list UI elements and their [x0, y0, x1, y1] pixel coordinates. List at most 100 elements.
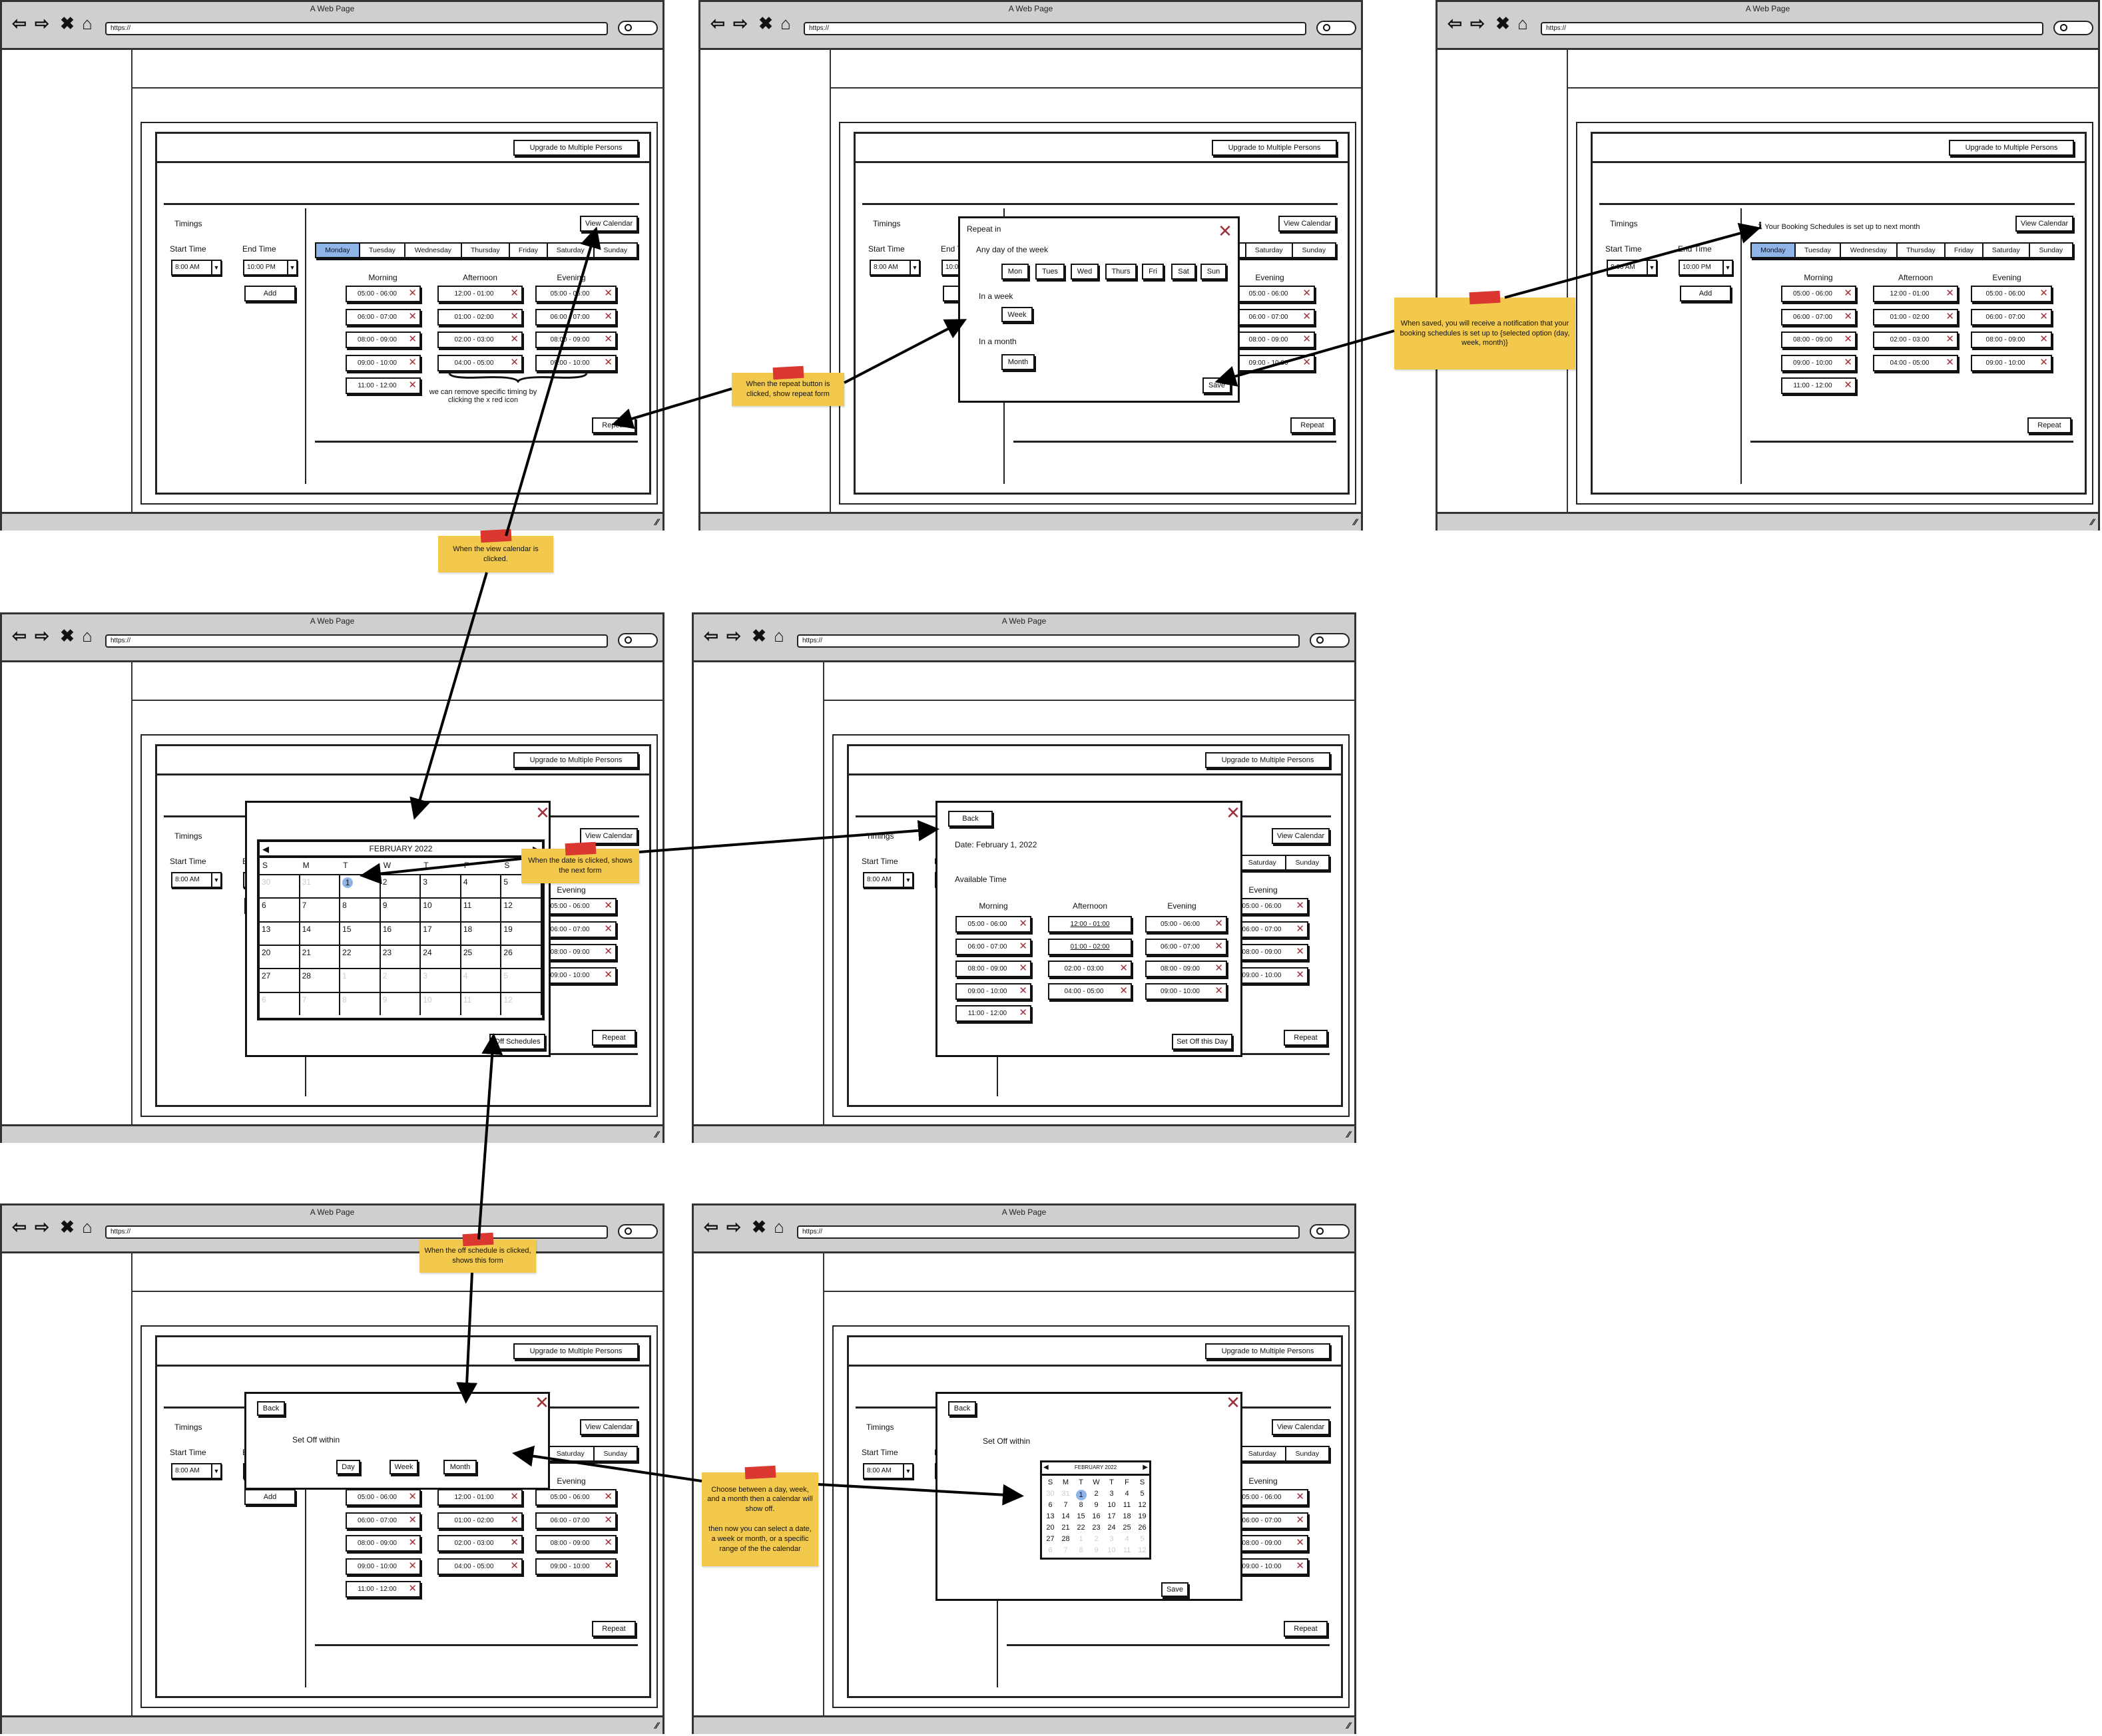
calendar-day[interactable]: 4 — [461, 968, 502, 992]
calendar-day[interactable]: 11 — [1119, 1501, 1135, 1509]
tab-sunday[interactable]: Sunday — [1286, 1447, 1328, 1460]
back-icon[interactable]: ⇦ — [1445, 14, 1464, 33]
address-bar[interactable]: https:// — [1541, 22, 2043, 35]
chevron-down-icon[interactable]: ▼ — [910, 261, 919, 274]
time-slot[interactable]: 02:00 - 03:00 ✕ — [437, 331, 523, 348]
calendar-day[interactable]: 20 — [1043, 1524, 1058, 1532]
calendar-day[interactable]: 24 — [1104, 1524, 1119, 1532]
chevron-down-icon[interactable]: ▼ — [211, 261, 220, 274]
day-button-tues[interactable]: Tues — [1035, 264, 1065, 280]
calendar-day[interactable]: 3 — [1104, 1490, 1119, 1498]
remove-x-icon[interactable]: ✕ — [1296, 1514, 1304, 1526]
remove-x-icon[interactable]: ✕ — [1844, 357, 1852, 369]
time-slot[interactable]: 09:00 - 10:00 ✕ — [346, 354, 421, 371]
calendar-day[interactable]: 9 — [380, 991, 421, 1015]
chevron-down-icon[interactable]: ▼ — [211, 873, 220, 887]
day-button-fri[interactable]: Fri — [1142, 264, 1164, 280]
time-slot[interactable]: 05:00 - 06:00 ✕ — [1971, 286, 2052, 302]
tab-sunday[interactable]: Sunday — [1293, 244, 1335, 257]
remove-x-icon[interactable]: ✕ — [408, 288, 417, 300]
address-bar[interactable]: https:// — [804, 22, 1306, 35]
tab-tuesday[interactable]: Tuesday — [360, 244, 406, 257]
home-icon[interactable]: ⌂ — [78, 14, 97, 33]
search-button[interactable] — [1310, 1224, 1350, 1239]
remove-x-icon[interactable]: ✕ — [604, 969, 613, 981]
address-bar[interactable]: https:// — [797, 634, 1300, 648]
time-slot[interactable]: 06:00 - 07:00 ✕ — [346, 1512, 421, 1529]
time-slot[interactable]: 09:00 - 10:00 ✕ — [346, 1558, 421, 1575]
forward-icon[interactable]: ⇨ — [724, 1217, 743, 1236]
calendar-day[interactable]: 2 — [1089, 1490, 1104, 1498]
remove-x-icon[interactable]: ✕ — [1844, 333, 1852, 345]
remove-x-icon[interactable]: ✕ — [1302, 288, 1311, 300]
time-slot[interactable]: 01:00 - 02:00 ✕ — [437, 1512, 523, 1529]
home-icon[interactable]: ⌂ — [776, 14, 795, 33]
calendar-day[interactable]: 26 — [1135, 1524, 1150, 1532]
time-slot[interactable]: 05:00 - 06:00 ✕ — [1234, 286, 1315, 302]
remove-x-icon[interactable]: ✕ — [510, 357, 519, 369]
chevron-down-icon[interactable]: ▼ — [211, 1464, 220, 1478]
chevron-down-icon[interactable]: ▼ — [287, 261, 296, 274]
remove-x-icon[interactable]: ✕ — [1019, 1007, 1027, 1019]
forward-icon[interactable]: ⇨ — [1468, 14, 1487, 33]
start-time-select[interactable]: 8:00 AM ▼ — [171, 872, 222, 888]
calendar-day[interactable]: 7 — [1058, 1546, 1073, 1554]
calendar-day[interactable]: 25 — [461, 945, 502, 969]
chevron-down-icon[interactable]: ▼ — [903, 1464, 912, 1478]
time-slot[interactable]: 11:00 - 12:00 ✕ — [1781, 377, 1856, 394]
start-time-select[interactable]: 8:00 AM ▼ — [1607, 260, 1657, 276]
time-slot[interactable]: 09:00 - 10:00 ✕ — [1234, 354, 1315, 371]
day-button-wed[interactable]: Wed — [1071, 264, 1099, 280]
remove-x-icon[interactable]: ✕ — [510, 288, 519, 300]
remove-x-icon[interactable]: ✕ — [510, 311, 519, 323]
day-button-sat[interactable]: Sat — [1171, 264, 1196, 280]
back-button[interactable]: Back — [948, 811, 993, 827]
time-slot[interactable]: 09:00 - 10:00 ✕ — [1971, 354, 2052, 371]
calendar-day[interactable]: 7 — [300, 991, 341, 1015]
remove-x-icon[interactable]: ✕ — [1844, 288, 1852, 300]
prev-month-icon[interactable]: ◀ — [1043, 1464, 1049, 1471]
remove-x-icon[interactable]: ✕ — [1302, 333, 1311, 345]
remove-x-icon[interactable]: ✕ — [510, 1537, 519, 1549]
remove-x-icon[interactable]: ✕ — [604, 946, 613, 958]
resize-handle-icon[interactable]: ⁄⁄ — [1347, 1129, 1350, 1140]
search-button[interactable] — [2053, 21, 2093, 35]
remove-x-icon[interactable]: ✕ — [1844, 311, 1852, 323]
calendar-day[interactable]: 20 — [260, 945, 300, 969]
calendar-day[interactable]: 11 — [461, 897, 502, 921]
tab-saturday[interactable]: Saturday — [1240, 1447, 1286, 1460]
remove-x-icon[interactable]: ✕ — [1946, 288, 1954, 300]
remove-x-icon[interactable]: ✕ — [408, 1583, 417, 1595]
calendar-day[interactable]: 7 — [300, 897, 341, 921]
search-button[interactable] — [618, 1224, 658, 1239]
time-slot[interactable]: 08:00 - 09:00 ✕ — [1145, 961, 1227, 977]
upgrade-button[interactable]: Upgrade to Multiple Persons — [1205, 1343, 1330, 1359]
home-icon[interactable]: ⌂ — [78, 1217, 97, 1236]
calendar-day[interactable]: 26 — [501, 945, 542, 969]
home-icon[interactable]: ⌂ — [770, 1217, 788, 1236]
time-slot[interactable]: 06:00 - 07:00 ✕ — [1234, 308, 1315, 326]
calendar-day[interactable]: 25 — [1119, 1524, 1135, 1532]
time-slot[interactable]: 06:00 - 07:00 ✕ — [346, 308, 421, 326]
address-bar[interactable]: https:// — [105, 1225, 608, 1239]
day-button-mon[interactable]: Mon — [1001, 264, 1029, 280]
time-slot[interactable]: 09:00 - 10:00 ✕ — [955, 982, 1031, 1000]
address-bar[interactable]: https:// — [797, 1225, 1300, 1239]
remove-x-icon[interactable]: ✕ — [1302, 357, 1311, 369]
time-slot[interactable]: 04:00 - 05:00 ✕ — [1873, 354, 1958, 371]
back-icon[interactable]: ⇦ — [702, 1217, 720, 1236]
tab-saturday[interactable]: Saturday — [548, 244, 595, 257]
remove-x-icon[interactable]: ✕ — [510, 1491, 519, 1503]
close-popup-icon[interactable]: ✕ — [534, 1394, 550, 1411]
calendar-day[interactable]: 4 — [1119, 1535, 1135, 1543]
calendar-day[interactable]: 6 — [260, 991, 300, 1015]
remove-x-icon[interactable]: ✕ — [1296, 923, 1304, 935]
remove-x-icon[interactable]: ✕ — [1844, 379, 1852, 391]
remove-x-icon[interactable]: ✕ — [604, 357, 613, 369]
remove-x-icon[interactable]: ✕ — [2039, 357, 2048, 369]
off-schedules-button[interactable]: Off Schedules — [489, 1034, 545, 1050]
time-slot[interactable]: 11:00 - 12:00 ✕ — [955, 1005, 1031, 1022]
repeat-button[interactable]: Repeat — [2027, 417, 2071, 433]
calendar-day[interactable]: 23 — [1089, 1524, 1104, 1532]
remove-x-icon[interactable]: ✕ — [1214, 941, 1223, 953]
